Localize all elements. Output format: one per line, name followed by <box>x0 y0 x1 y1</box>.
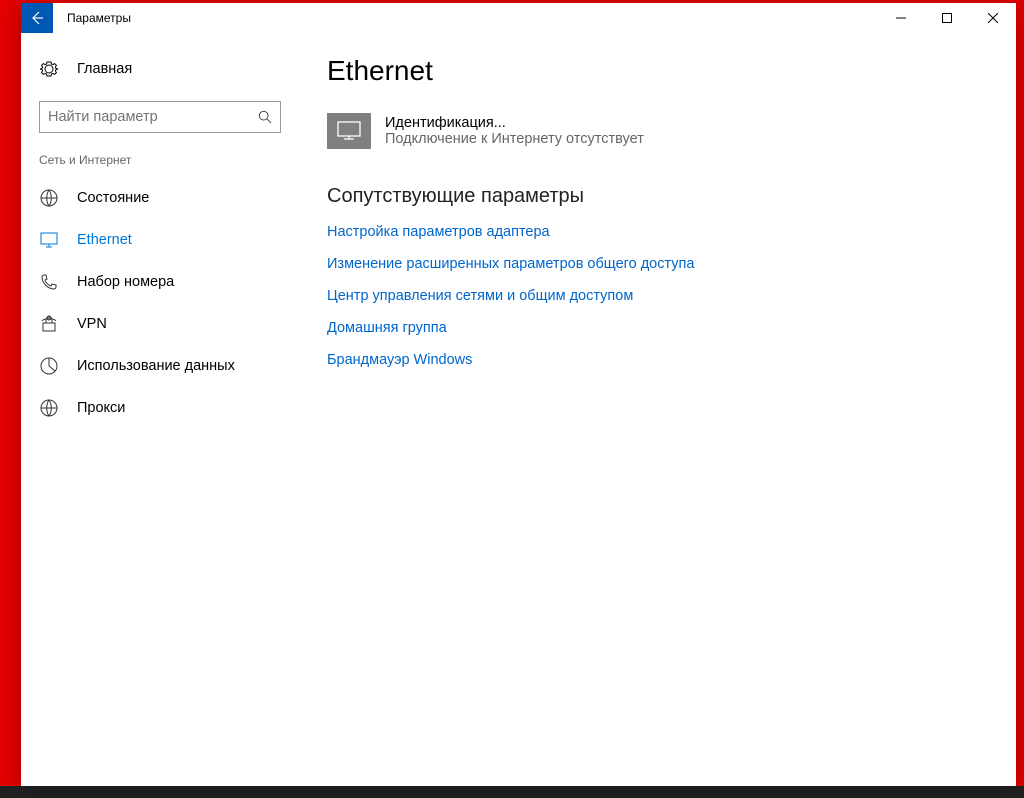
maximize-button[interactable] <box>924 3 970 33</box>
gear-icon <box>39 59 59 79</box>
monitor-icon <box>39 230 59 250</box>
search-box[interactable] <box>39 101 281 133</box>
related-settings-title: Сопутствующие параметры <box>327 185 992 208</box>
nav-label: Ethernet <box>77 232 132 248</box>
back-button[interactable] <box>21 3 53 33</box>
lock-icon <box>39 314 59 334</box>
sidebar-item-data-usage[interactable]: Использование данных <box>21 345 303 387</box>
network-name: Идентификация... <box>385 115 644 131</box>
content-area: Ethernet Идентификация... Подключение к … <box>303 33 1016 786</box>
sidebar-item-ethernet[interactable]: Ethernet <box>21 219 303 261</box>
window-title: Параметры <box>67 11 878 25</box>
globe-icon <box>39 398 59 418</box>
link-advanced-sharing[interactable]: Изменение расширенных параметров общего … <box>327 256 992 272</box>
nav-label: Набор номера <box>77 274 174 290</box>
sidebar-home[interactable]: Главная <box>21 51 303 87</box>
link-network-sharing-center[interactable]: Центр управления сетями и общим доступом <box>327 288 992 304</box>
network-item[interactable]: Идентификация... Подключение к Интернету… <box>327 113 992 149</box>
nav-label: Использование данных <box>77 358 235 374</box>
sidebar-item-status[interactable]: Состояние <box>21 177 303 219</box>
link-windows-firewall[interactable]: Брандмауэр Windows <box>327 352 992 368</box>
nav-label: VPN <box>77 316 107 332</box>
nav-label: Прокси <box>77 400 125 416</box>
nav-label: Состояние <box>77 190 149 206</box>
search-icon <box>258 110 272 124</box>
phone-icon <box>39 272 59 292</box>
data-icon <box>39 356 59 376</box>
page-title: Ethernet <box>327 55 992 87</box>
sidebar-item-vpn[interactable]: VPN <box>21 303 303 345</box>
sidebar-section-label: Сеть и Интернет <box>21 153 303 177</box>
link-homegroup[interactable]: Домашняя группа <box>327 320 992 336</box>
sidebar: Главная Сеть и Интернет Состояние Ethern… <box>21 33 303 786</box>
search-input[interactable] <box>48 109 258 125</box>
sidebar-item-proxy[interactable]: Прокси <box>21 387 303 429</box>
network-status: Подключение к Интернету отсутствует <box>385 131 644 147</box>
desktop-background <box>0 0 21 798</box>
minimize-button[interactable] <box>878 3 924 33</box>
taskbar <box>0 786 1024 798</box>
sidebar-item-dialup[interactable]: Набор номера <box>21 261 303 303</box>
sidebar-home-label: Главная <box>77 61 132 77</box>
ethernet-icon <box>327 113 371 149</box>
close-button[interactable] <box>970 3 1016 33</box>
window-controls <box>878 3 1016 33</box>
link-adapter-settings[interactable]: Настройка параметров адаптера <box>327 224 992 240</box>
settings-window: Параметры Главная Сеть и Интернет Состоя… <box>21 3 1016 786</box>
titlebar: Параметры <box>21 3 1016 33</box>
globe-icon <box>39 188 59 208</box>
arrow-left-icon <box>29 10 45 26</box>
